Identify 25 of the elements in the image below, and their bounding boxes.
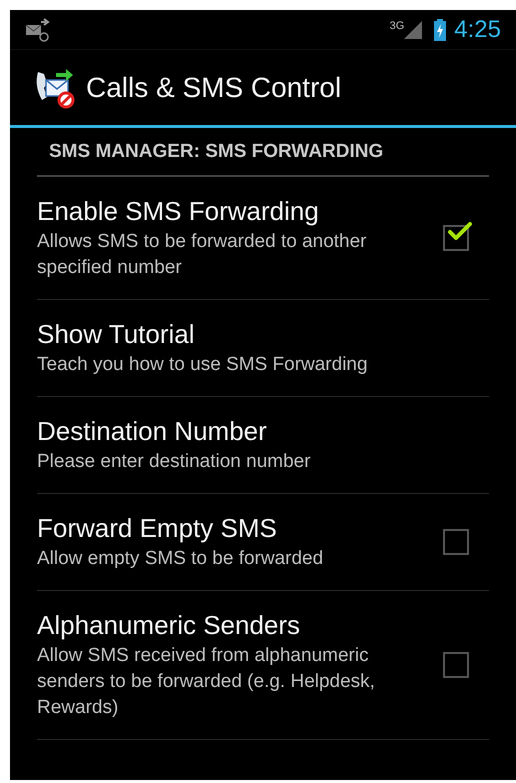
app-title: Calls & SMS Control	[86, 70, 342, 104]
preference-title: Destination Number	[37, 414, 268, 446]
battery-charging-icon	[434, 18, 446, 40]
preference-title: Alphanumeric Senders	[37, 608, 302, 640]
preference-summary: Allows SMS to be forwarded to another specified number	[37, 230, 368, 280]
preference-row[interactable]: Alphanumeric Senders Allow SMS received from alphanumeric senders to be forwarded (e.g. Helpdesk, Rewards)	[37, 590, 489, 740]
preference-summary: Please enter destination number	[37, 450, 312, 474]
network-type-label: 3G	[390, 19, 404, 34]
checkmark-icon	[447, 220, 473, 240]
preference-row[interactable]: Forward Empty SMS Allow empty SMS to be forwarded	[37, 494, 489, 590]
clock: 4:25	[454, 14, 501, 44]
preference-title: Show Tutorial	[37, 318, 196, 350]
signal-icon	[404, 20, 422, 38]
preference-row[interactable]: Enable SMS Forwarding Allows SMS to be forwarded to another specified number	[37, 176, 489, 300]
checkbox[interactable]	[443, 652, 469, 678]
preference-summary: Allow SMS received from alphanumeric senders to be forwarded (e.g. Helpdesk, Rewards)	[37, 644, 376, 720]
message-notification-icon	[25, 16, 51, 42]
preference-summary: Teach you how to use SMS Forwarding	[37, 352, 369, 376]
preference-summary: Allow empty SMS to be forwarded	[37, 546, 324, 570]
preference-title: Enable SMS Forwarding	[37, 194, 320, 226]
preference-title: Forward Empty SMS	[37, 512, 278, 544]
checkbox[interactable]	[443, 528, 469, 554]
preference-row[interactable]: Show Tutorial Teach you how to use SMS Forwarding	[37, 300, 489, 396]
preference-row[interactable]: Destination Number Please enter destination number	[37, 396, 489, 494]
section-header: SMS MANAGER: SMS FORWARDING	[37, 128, 489, 176]
